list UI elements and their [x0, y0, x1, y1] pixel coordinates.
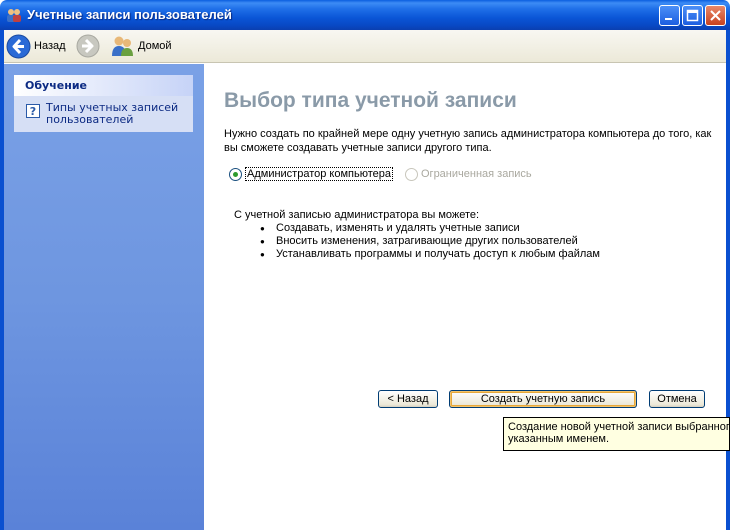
- users-home-icon: [112, 36, 133, 56]
- list-item: Устанавливать программы и получать досту…: [260, 248, 600, 261]
- tooltip: Создание новой учетной записи выбранного…: [503, 417, 730, 451]
- list-item: Создавать, изменять и удалять учетные за…: [260, 222, 600, 235]
- list-item: Вносить изменения, затрагивающие других …: [260, 235, 600, 248]
- create-account-button[interactable]: Создать учетную запись: [449, 390, 637, 408]
- toolbar-home-label: Домой: [138, 40, 172, 52]
- back-button[interactable]: < Назад: [378, 390, 438, 408]
- window-frame-right: [726, 30, 730, 530]
- title-bar[interactable]: Учетные записи пользователей: [0, 0, 730, 30]
- radio-admin-button[interactable]: [229, 167, 242, 181]
- task-pane: Обучение ? Типы учетных записей пользова…: [4, 64, 204, 530]
- info-heading: С учетной записью администратора вы може…: [234, 209, 480, 221]
- toolbar-forward-button[interactable]: [76, 33, 100, 59]
- radio-limited[interactable]: Ограниченная запись: [405, 167, 532, 181]
- toolbar-back-label: Назад: [34, 40, 66, 52]
- toolbar-back-button[interactable]: Назад: [6, 33, 66, 59]
- back-arrow-icon: [6, 34, 31, 58]
- close-icon: [710, 10, 721, 21]
- cancel-button[interactable]: Отмена: [649, 390, 705, 408]
- maximize-button[interactable]: [682, 5, 703, 26]
- learning-panel-header: Обучение: [14, 75, 193, 96]
- svg-text:?: ?: [30, 105, 36, 118]
- radio-limited-button[interactable]: [405, 167, 418, 181]
- minimize-button[interactable]: [659, 5, 680, 26]
- learning-panel: Обучение ? Типы учетных записей пользова…: [14, 75, 193, 132]
- window-title: Учетные записи пользователей: [27, 7, 232, 22]
- users-icon: [7, 9, 21, 22]
- tooltip-line-1: Создание новой учетной записи выбранного: [508, 421, 730, 433]
- description-text: Нужно создать по крайней мере одну учетн…: [224, 128, 712, 154]
- tooltip-line-2: указанным именем.: [508, 433, 610, 445]
- radio-admin[interactable]: Администратор компьютера: [229, 167, 393, 181]
- admin-capabilities: С учетной записью администратора вы може…: [234, 209, 600, 261]
- radio-limited-label: Ограниченная запись: [421, 168, 532, 180]
- close-button[interactable]: [705, 5, 726, 26]
- forward-arrow-icon: [76, 34, 100, 58]
- maximize-icon: [686, 9, 699, 22]
- help-icon: ?: [26, 104, 40, 118]
- toolbar: Назад Домой: [4, 30, 726, 63]
- toolbar-home-button[interactable]: Домой: [111, 33, 172, 59]
- radio-admin-label: Администратор компьютера: [245, 167, 393, 181]
- page-title: Выбор типа учетной записи: [224, 89, 517, 112]
- minimize-icon: [665, 18, 672, 20]
- capabilities-list: Создавать, изменять и удалять учетные за…: [260, 222, 600, 261]
- learning-link-item[interactable]: ? Типы учетных записей пользователей: [14, 96, 193, 132]
- account-types-link[interactable]: Типы учетных записей пользователей: [46, 102, 187, 126]
